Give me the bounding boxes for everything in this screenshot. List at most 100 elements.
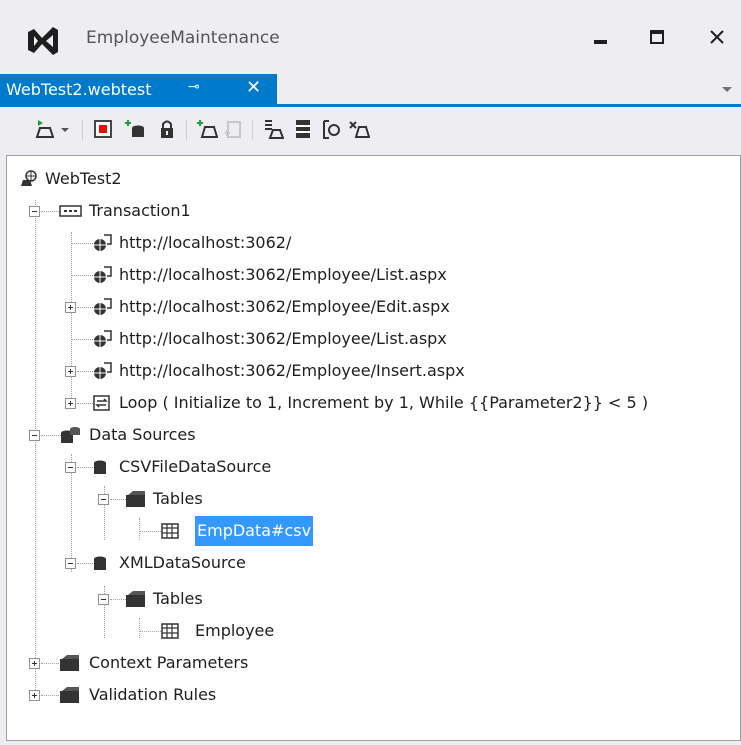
collapse-icon[interactable] — [29, 206, 40, 217]
web-request-icon — [94, 234, 112, 251]
tree-node-xml-data-source[interactable]: XMLDataSource — [7, 548, 740, 578]
data-sources-icon — [61, 427, 80, 443]
tree-node-label: http://localhost:3062/ — [119, 233, 292, 252]
expand-icon[interactable] — [29, 658, 40, 669]
tree-node-csv-table[interactable]: EmpData#csv — [7, 516, 740, 546]
table-icon — [161, 623, 179, 639]
close-tab-icon[interactable]: ✕ — [246, 77, 261, 98]
tree-node-label: Validation Rules — [89, 685, 217, 704]
tree-connector — [71, 275, 95, 276]
tree-node-label: http://localhost:3062/Employee/Insert.as… — [119, 361, 465, 380]
tree-node-label: WebTest2 — [45, 169, 122, 188]
tree-node-csv-data-source[interactable]: CSVFileDataSource — [7, 452, 740, 482]
database-icon — [94, 460, 106, 474]
tree-connector — [71, 243, 95, 244]
tree-node-transaction1[interactable]: Transaction1 — [7, 196, 740, 226]
tree-node-label: Loop ( Initialize to 1, Increment by 1, … — [119, 393, 649, 412]
tree-node-label: XMLDataSource — [119, 553, 246, 572]
context-icon[interactable] — [320, 118, 342, 140]
dropdown-arrow-icon[interactable] — [58, 118, 72, 140]
tree-node-loop[interactable]: Loop ( Initialize to 1, Increment by 1, … — [7, 388, 740, 418]
data-icon[interactable] — [292, 118, 314, 140]
toolbar — [0, 108, 741, 148]
maximize-button[interactable] — [637, 18, 677, 58]
tree-connector — [77, 467, 93, 468]
tree-node-data-sources[interactable]: Data Sources — [7, 420, 740, 450]
tree-node-xml-table[interactable]: Employee — [7, 616, 740, 646]
tree-node-request[interactable]: http://localhost:3062/ — [7, 228, 740, 258]
title-bar: EmployeeMaintenance — [0, 0, 741, 72]
tree-node-context-parameters[interactable]: Context Parameters — [7, 648, 740, 678]
tree-node-request[interactable]: http://localhost:3062/Employee/Edit.aspx — [7, 292, 740, 322]
tree-node-request[interactable]: http://localhost:3062/Employee/Insert.as… — [7, 356, 740, 386]
web-request-icon — [94, 298, 112, 315]
tree-node-webtest2[interactable]: WebTest2 — [7, 164, 740, 194]
expand-icon[interactable] — [65, 302, 76, 313]
tree-connector — [77, 563, 93, 564]
tree-node-label: Transaction1 — [89, 201, 191, 220]
tree-node-csv-tables[interactable]: Tables — [7, 484, 740, 514]
tab-label: WebTest2.webtest — [6, 80, 152, 99]
loop-icon — [93, 395, 110, 411]
tree-node-label: Data Sources — [89, 425, 196, 444]
expand-icon[interactable] — [65, 398, 76, 409]
collapse-icon[interactable] — [98, 594, 109, 605]
expand-icon[interactable] — [65, 366, 76, 377]
collapse-icon[interactable] — [65, 462, 76, 473]
collapse-icon[interactable] — [65, 558, 76, 569]
pin-icon[interactable]: ⊸ — [188, 79, 200, 95]
tree-node-label: http://localhost:3062/Employee/List.aspx — [119, 265, 447, 284]
tree-connector — [110, 499, 126, 500]
web-request-icon — [94, 266, 112, 283]
collapse-icon[interactable] — [98, 494, 109, 505]
tree-node-label: CSVFileDataSource — [119, 457, 272, 476]
folder-icon — [126, 491, 145, 507]
record-icon[interactable] — [92, 118, 114, 140]
database-icon — [94, 556, 106, 570]
run-test-icon[interactable] — [34, 118, 56, 140]
tree-node-label: http://localhost:3062/Employee/Edit.aspx — [119, 297, 450, 316]
table-icon — [161, 523, 179, 539]
webtest-tree: WebTest2 Transaction1 http://localhost:3… — [6, 155, 741, 741]
expand-icon[interactable] — [29, 690, 40, 701]
minimize-button[interactable] — [580, 18, 620, 58]
tree-connector — [139, 631, 161, 632]
add-request-icon — [225, 121, 241, 138]
web-request-icon — [94, 362, 112, 379]
close-window-button[interactable] — [697, 18, 737, 58]
app-title: EmployeeMaintenance — [86, 28, 280, 48]
lock-icon[interactable] — [156, 118, 178, 140]
toolbar-separator — [252, 120, 253, 140]
tree-node-validation-rules[interactable]: Validation Rules — [7, 680, 740, 710]
tree-connector — [41, 435, 61, 436]
tree-node-label: Employee — [195, 621, 275, 640]
parameterize-icon[interactable] — [262, 118, 284, 140]
tab-webtest2[interactable]: WebTest2.webtest ⊸ ✕ — [0, 74, 277, 104]
tree-node-label: Context Parameters — [89, 653, 249, 672]
tree-connector — [41, 695, 61, 696]
tree-connector — [41, 663, 61, 664]
add-transaction-icon[interactable] — [196, 118, 218, 140]
transaction-icon — [59, 205, 82, 217]
tree-node-request[interactable]: http://localhost:3062/Employee/List.aspx — [7, 260, 740, 290]
toolbar-separator — [186, 120, 187, 140]
tree-node-label: http://localhost:3062/Employee/List.aspx — [119, 329, 447, 348]
folder-icon — [60, 655, 79, 671]
add-data-source-icon[interactable] — [124, 118, 146, 140]
toolbar-separator — [82, 120, 83, 140]
tree-connector — [139, 531, 161, 532]
tree-connector — [110, 599, 126, 600]
folder-icon — [126, 591, 145, 607]
tree-connector — [77, 403, 93, 404]
tree-node-label-selected: EmpData#csv — [195, 516, 314, 546]
tab-dropdown-icon[interactable] — [720, 84, 734, 94]
tree-node-label: Tables — [153, 589, 203, 608]
webtest-icon — [21, 170, 37, 186]
document-tab-strip: WebTest2.webtest ⊸ ✕ — [0, 74, 741, 107]
tree-node-request[interactable]: http://localhost:3062/Employee/List.aspx — [7, 324, 740, 354]
tree-node-label: Tables — [153, 489, 203, 508]
extract-icon[interactable] — [348, 118, 370, 140]
tree-connector — [41, 211, 61, 212]
tree-node-xml-tables[interactable]: Tables — [7, 584, 740, 614]
collapse-icon[interactable] — [29, 430, 40, 441]
